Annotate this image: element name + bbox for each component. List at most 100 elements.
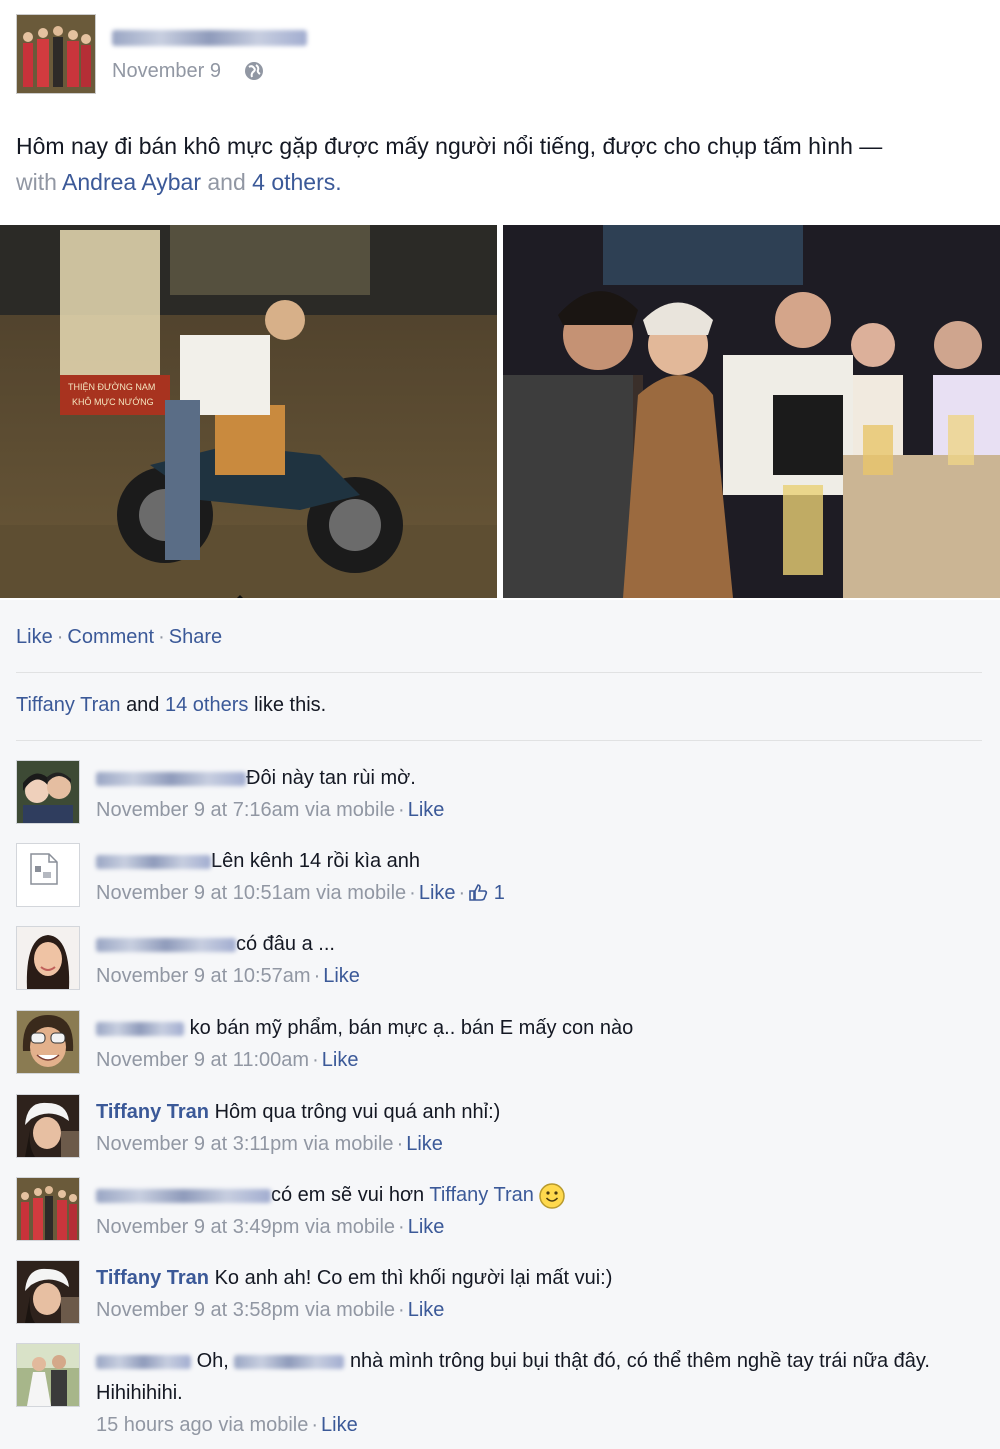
author-avatar[interactable] <box>16 14 96 94</box>
with-label: with <box>16 169 57 195</box>
separator-dot: · <box>398 1216 405 1238</box>
broken-image-icon <box>17 844 79 906</box>
comment-body: Oh, nhà mình trông bụi bụi thật đó, có t… <box>96 1345 976 1441</box>
comment-time[interactable]: November 9 at 10:51am via mobile <box>96 882 406 904</box>
comment-like-button[interactable]: Like <box>408 799 445 821</box>
smiling-woman-icon <box>17 1011 79 1073</box>
comment-text: Hôm qua trông vui quá anh nhỉ:) <box>214 1101 501 1123</box>
comment-body: có đâu a ... November 9 at 10:57am · Like <box>96 928 976 992</box>
comment-time[interactable]: November 9 at 7:16am via mobile <box>96 799 395 821</box>
comment-time[interactable]: 15 hours ago via mobile <box>96 1414 308 1436</box>
commenter-name-redacted[interactable] <box>96 771 246 786</box>
comment-text: có đâu a ... <box>236 933 335 955</box>
tiffany-avatar-icon <box>17 1095 79 1157</box>
comment-time[interactable]: November 9 at 3:58pm via mobile <box>96 1299 395 1321</box>
comment-like-button[interactable]: Like <box>322 1049 359 1071</box>
separator-dot: · <box>398 1299 405 1321</box>
share-button[interactable]: Share <box>169 626 222 648</box>
comment-like-button[interactable]: Like <box>408 1216 445 1238</box>
comment-button[interactable]: Comment <box>67 626 154 648</box>
comment-like-button[interactable]: Like <box>406 1133 443 1155</box>
separator-dot: · <box>311 1414 319 1436</box>
post-message: Hôm nay đi bán khô mực gặp được mấy ngườ… <box>16 128 986 200</box>
tagged-others-link[interactable]: 4 others. <box>252 169 342 195</box>
commenter-name-link[interactable]: Tiffany Tran <box>96 1101 209 1123</box>
tiffany-avatar-icon <box>17 1261 79 1323</box>
comment-text: Lên kênh 14 rồi kìa anh <box>211 850 421 872</box>
group-photo-image <box>503 225 1000 598</box>
commenter-name-link[interactable]: Tiffany Tran <box>96 1267 209 1289</box>
commenter-name-redacted[interactable] <box>96 1188 271 1203</box>
comment-body: Đôi này tan rùi mờ. November 9 at 7:16am… <box>96 762 976 826</box>
cart-sign-line2: KHÔ MỰC NƯỚNG <box>72 397 154 407</box>
likes-suffix: like this. <box>253 694 327 716</box>
commenter-avatar[interactable] <box>16 1010 80 1074</box>
separator-dot: · <box>396 1133 404 1155</box>
cart-sign-line1: THIỆN ĐƯỜNG NAM <box>68 382 155 392</box>
separator-dot: · <box>398 799 405 821</box>
comment-like-button[interactable]: Like <box>408 1299 445 1321</box>
tagged-person-link[interactable]: Andrea Aybar <box>62 169 201 195</box>
commenter-name-redacted[interactable] <box>96 937 236 952</box>
thumbs-up-icon <box>469 884 488 901</box>
commenter-avatar[interactable] <box>16 843 80 907</box>
separator-dot: · <box>313 965 321 987</box>
comment-body: ko bán mỹ phẩm, bán mực ạ.. bán E mấy co… <box>96 1012 976 1076</box>
commenter-name-redacted[interactable] <box>96 854 211 869</box>
post-text-main: Hôm nay đi bán khô mực gặp được mấy ngườ… <box>16 133 883 159</box>
liker-name-link[interactable]: Tiffany Tran <box>16 694 121 716</box>
couple-outdoor-icon <box>17 1344 79 1406</box>
likers-others-link[interactable]: 14 others <box>165 694 248 716</box>
comment-body: Tiffany Tran Hôm qua trông vui quá anh n… <box>96 1096 976 1160</box>
separator-dot: · <box>458 882 466 904</box>
comment-like-count[interactable]: 1 <box>468 882 505 904</box>
woman-portrait-icon <box>17 927 79 989</box>
comment-body: Lên kênh 14 rồi kìa anh November 9 at 10… <box>96 845 976 909</box>
comment-like-button[interactable]: Like <box>323 965 360 987</box>
comment-like-button[interactable]: Like <box>419 882 456 904</box>
divider <box>16 740 982 741</box>
commenter-avatar[interactable] <box>16 1094 80 1158</box>
comment-time[interactable]: November 9 at 3:49pm via mobile <box>96 1216 395 1238</box>
mention-redacted[interactable] <box>234 1354 345 1369</box>
comment-text: Ko anh ah! Co em thì khối người lại mất … <box>214 1267 613 1289</box>
comment-body: Tiffany Tran Ko anh ah! Co em thì khối n… <box>96 1262 976 1326</box>
comment-time[interactable]: November 9 at 10:57am <box>96 965 311 987</box>
globe-icon[interactable] <box>244 61 264 81</box>
couple-photo-icon <box>17 761 79 823</box>
commenter-name-redacted[interactable] <box>96 1021 184 1036</box>
divider <box>16 672 982 673</box>
author-name-redacted[interactable] <box>112 30 307 46</box>
like-button[interactable]: Like <box>16 626 53 648</box>
mention-link[interactable]: Tiffany Tran <box>429 1184 534 1206</box>
commenter-avatar[interactable] <box>16 1260 80 1324</box>
post-date[interactable]: November 9 <box>112 60 221 83</box>
comment-time[interactable]: November 9 at 3:11pm via mobile <box>96 1133 394 1155</box>
likes-summary: Tiffany Tran and 14 others like this. <box>16 694 326 717</box>
comment-text: có em sẽ vui hơn <box>271 1184 425 1206</box>
commenter-avatar[interactable] <box>16 926 80 990</box>
separator-dot: · <box>158 626 165 648</box>
comment-text-a: Oh, <box>196 1350 229 1372</box>
separator-dot: · <box>56 626 64 648</box>
commenter-avatar[interactable] <box>16 1177 80 1241</box>
action-links: Like · Comment · Share <box>16 626 222 649</box>
comment-time[interactable]: November 9 at 11:00am <box>96 1049 309 1071</box>
comment-text: Đôi này tan rùi mờ. <box>246 767 416 789</box>
smiley-emoticon-icon <box>539 1182 566 1209</box>
commenter-avatar[interactable] <box>16 760 80 824</box>
comment-body: có em sẽ vui hơn Tiffany Tran November 9… <box>96 1179 976 1243</box>
like-count-value: 1 <box>493 882 505 904</box>
comment-text: ko bán mỹ phẩm, bán mực ạ.. bán E mấy co… <box>189 1017 634 1039</box>
separator-dot: · <box>409 882 416 904</box>
wedding-photo-icon <box>17 15 95 93</box>
photo-group[interactable] <box>503 225 1000 598</box>
comment-like-button[interactable]: Like <box>321 1414 358 1436</box>
photo-motorbike[interactable]: THIỆN ĐƯỜNG NAM KHÔ MỰC NƯỚNG <box>0 225 497 598</box>
likes-and: and <box>126 694 160 716</box>
motorbike-photo-image: THIỆN ĐƯỜNG NAM KHÔ MỰC NƯỚNG <box>0 225 497 598</box>
separator-dot: · <box>312 1049 319 1071</box>
commenter-name-redacted[interactable] <box>96 1354 191 1369</box>
commenter-avatar[interactable] <box>16 1343 80 1407</box>
and-label: and <box>207 169 246 195</box>
